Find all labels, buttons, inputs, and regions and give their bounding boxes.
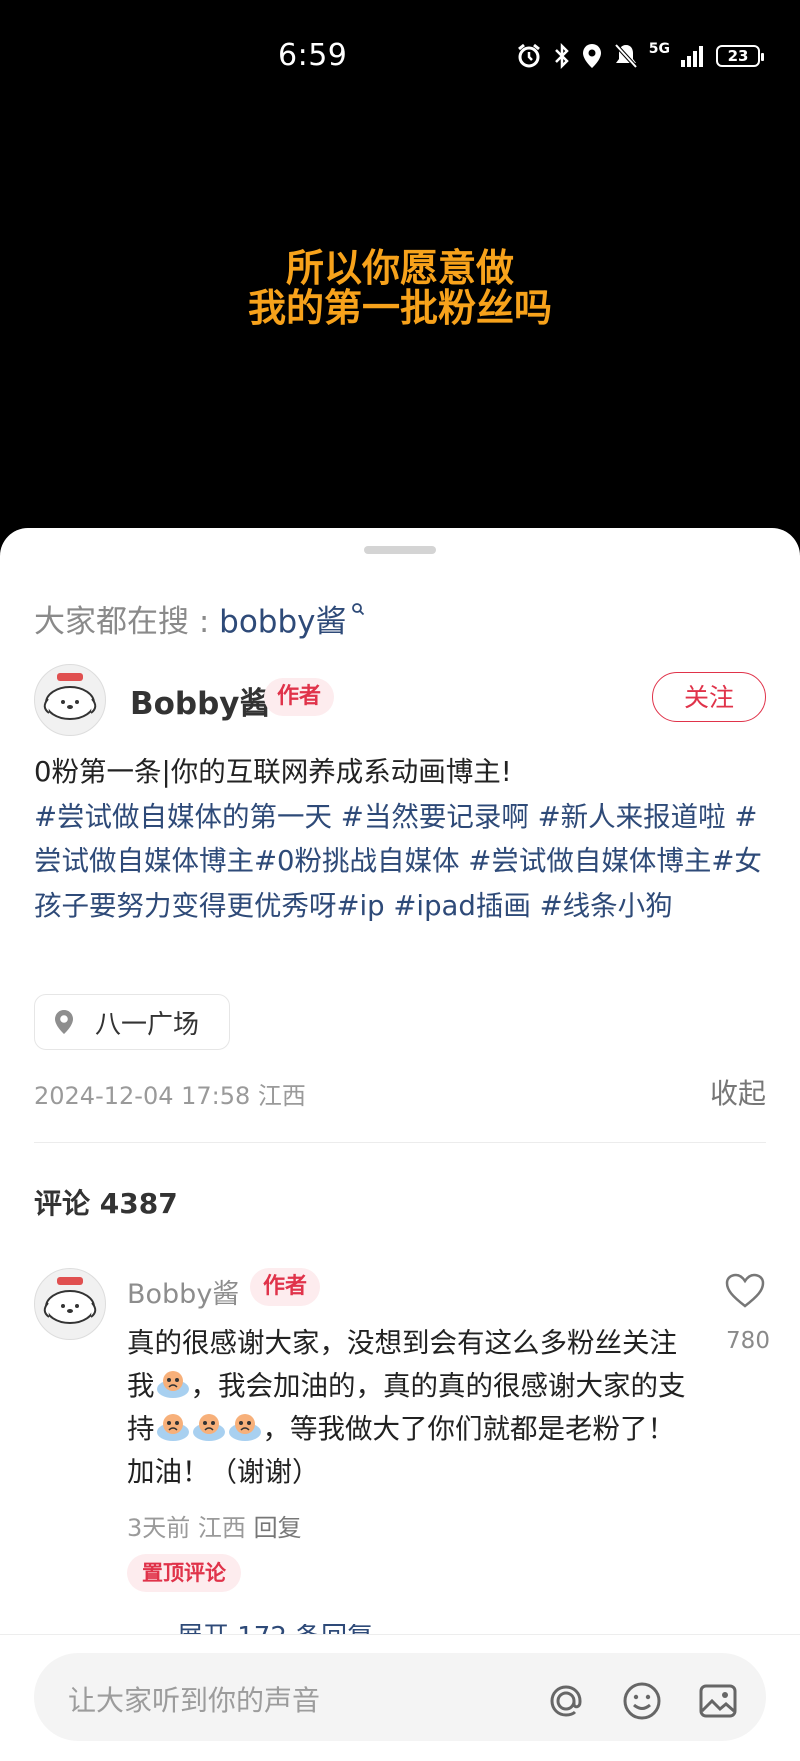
hashtag[interactable]: #新人来报道啦 <box>538 801 726 833</box>
follow-button[interactable]: 关注 <box>652 672 766 722</box>
search-suggestion[interactable]: 大家都在搜 : bobby酱 <box>34 596 365 641</box>
mute-icon <box>614 43 638 69</box>
crying-emoji-icon <box>156 1414 189 1441</box>
comments-header: 评论 4387 <box>34 1187 178 1220</box>
comment-input-bar: 让大家听到你的声音 <box>0 1634 800 1761</box>
video-caption-line-1: 所以你愿意做 <box>285 246 514 290</box>
video-caption: 所以你愿意做 我的第一批粉丝吗 <box>0 248 800 328</box>
location-pin-icon <box>55 1010 73 1034</box>
comments-sheet: 大家都在搜 : bobby酱 Bobby酱 作者 关注 0粉第一条|你的互联网养… <box>0 528 800 1760</box>
commenter-name[interactable]: Bobby酱 <box>127 1272 239 1311</box>
battery-level: 23 <box>727 47 749 65</box>
hashtag[interactable]: #当然要记录啊 <box>341 801 529 833</box>
comment-time: 3天前 <box>127 1514 191 1542</box>
status-icons: 5G 23 <box>515 41 764 70</box>
network-type: 5G <box>648 41 670 57</box>
heart-icon[interactable] <box>724 1272 766 1310</box>
comment-meta: 3天前 江西 回复 <box>127 1508 302 1543</box>
comment-text[interactable]: 真的很感谢大家，没想到会有这么多粉丝关注我 ，我会加油的，真的真的很感谢大家的支持… <box>127 1322 687 1494</box>
crying-emoji-icon <box>156 1371 189 1398</box>
commenter-badge: 作者 <box>250 1268 320 1306</box>
hashtag[interactable]: #ip <box>337 890 385 922</box>
battery-icon: 23 <box>716 45 764 67</box>
comment-region: 江西 <box>197 1514 246 1542</box>
hashtag[interactable]: #线条小狗 <box>540 890 673 922</box>
collapse-button[interactable]: 收起 <box>710 1072 766 1112</box>
comment-input-placeholder: 让大家听到你的声音 <box>68 1684 321 1717</box>
crying-emoji-icon <box>228 1414 261 1441</box>
hashtag[interactable]: #ipad插画 <box>393 890 530 922</box>
location-chip[interactable]: 八一广场 <box>34 994 230 1050</box>
emoji-icon[interactable] <box>620 1679 664 1723</box>
hashtag[interactable]: #尝试做自媒体的第一天 <box>34 801 332 833</box>
search-suggestion-keyword[interactable]: bobby酱 <box>219 604 346 640</box>
status-time: 6:59 <box>278 38 348 73</box>
crying-emoji-icon <box>192 1414 225 1441</box>
post-description: 0粉第一条|你的互联网养成系动画博主! #尝试做自媒体的第一天 #当然要记录啊 … <box>34 750 774 928</box>
post-date: 2024-12-04 17:58 <box>34 1082 251 1110</box>
commenter-avatar[interactable] <box>34 1268 106 1340</box>
sheet-drag-handle[interactable] <box>364 546 436 554</box>
image-icon[interactable] <box>696 1679 740 1723</box>
post-region: 江西 <box>257 1082 306 1110</box>
post-title: 0粉第一条|你的互联网养成系动画博主! <box>34 756 512 788</box>
reply-button[interactable]: 回复 <box>254 1514 302 1542</box>
hashtag[interactable]: #0粉挑战自媒体 <box>254 845 460 877</box>
pinned-badge: 置顶评论 <box>127 1554 241 1592</box>
divider <box>34 1142 766 1143</box>
mention-icon[interactable] <box>544 1679 588 1723</box>
search-icon <box>347 603 365 620</box>
hashtag[interactable]: #尝试做自媒体博主 <box>468 845 711 877</box>
status-bar: 6:59 5G 23 <box>0 0 800 120</box>
author-avatar[interactable] <box>34 664 106 736</box>
post-meta: 2024-12-04 17:58 江西 <box>34 1076 306 1111</box>
like-count: 780 <box>726 1328 770 1354</box>
search-suggestion-prefix: 大家都在搜 : <box>34 604 220 640</box>
bluetooth-icon <box>554 42 569 70</box>
author-name[interactable]: Bobby酱 <box>130 678 271 723</box>
author-badge: 作者 <box>264 678 334 716</box>
alarm-icon <box>517 43 540 68</box>
video-caption-line-2: 我的第一批粉丝吗 <box>247 286 552 330</box>
location-label: 八一广场 <box>95 1009 200 1040</box>
location-icon <box>582 44 601 68</box>
signal-icon <box>681 46 703 67</box>
